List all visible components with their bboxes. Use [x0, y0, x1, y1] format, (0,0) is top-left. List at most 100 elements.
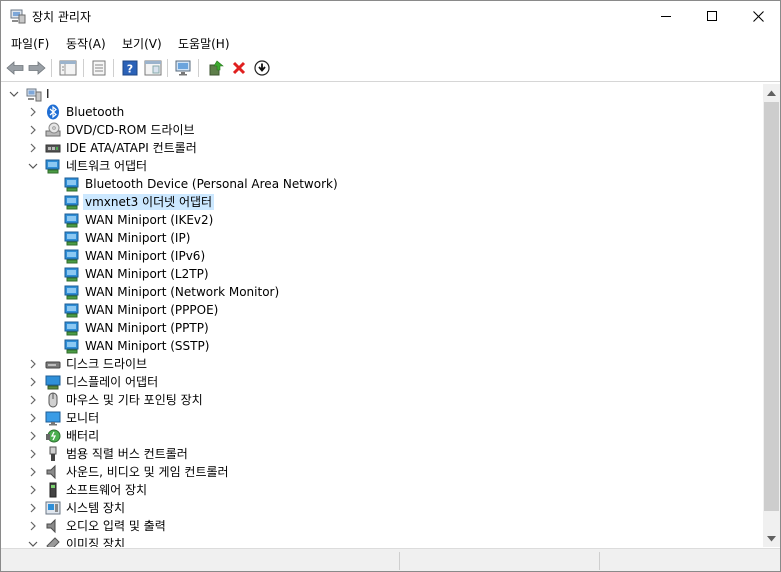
network-adapter-icon: [64, 195, 79, 210]
chevron-right-icon[interactable]: [27, 430, 39, 442]
tree-child-item[interactable]: WAN Miniport (PPPOE): [1, 301, 761, 319]
tree-item-label: Bluetooth: [66, 105, 125, 119]
tree-child-label: WAN Miniport (PPTP): [85, 321, 209, 335]
scroll-down-button[interactable]: [763, 530, 780, 547]
chevron-right-icon[interactable]: [27, 106, 39, 118]
chevron-right-icon[interactable]: [27, 394, 39, 406]
svg-text:?: ?: [127, 63, 133, 76]
update-driver-button[interactable]: [205, 57, 227, 79]
tree-item-label: 모니터: [66, 411, 100, 425]
vertical-scrollbar[interactable]: [763, 84, 780, 547]
chevron-down-icon[interactable]: [8, 88, 20, 100]
chevron-right-icon[interactable]: [27, 466, 39, 478]
speaker-icon: [46, 464, 56, 480]
scroll-up-button[interactable]: [763, 84, 780, 101]
help-icon: ?: [122, 60, 138, 76]
tree-item-mouse[interactable]: 마우스 및 기타 포인팅 장치: [1, 391, 761, 409]
back-button[interactable]: [4, 57, 26, 79]
network-adapter-icon: [64, 303, 79, 318]
tree-child-item[interactable]: Bluetooth Device (Personal Area Network): [1, 175, 761, 193]
tree-item-system-devices[interactable]: 시스템 장치: [1, 499, 761, 517]
tree-item-network-adapters[interactable]: 네트워크 어댑터: [1, 157, 761, 175]
tree-child-item[interactable]: WAN Miniport (IP): [1, 229, 761, 247]
tree-child-item[interactable]: WAN Miniport (L2TP): [1, 265, 761, 283]
chevron-right-icon[interactable]: [27, 376, 39, 388]
tree-child-item[interactable]: WAN Miniport (PPTP): [1, 319, 761, 337]
display-adapter-icon: [45, 375, 61, 390]
chevron-right-icon[interactable]: [27, 358, 39, 370]
toolbar-separator: [51, 59, 52, 77]
tree-item-monitors[interactable]: 모니터: [1, 409, 761, 427]
tree-item-sound[interactable]: 사운드, 비디오 및 게임 컨트롤러: [1, 463, 761, 481]
tree-item-battery[interactable]: 배터리: [1, 427, 761, 445]
tree-child-item[interactable]: WAN Miniport (SSTP): [1, 337, 761, 355]
toolbar-separator: [83, 59, 84, 77]
menu-file[interactable]: 파일(F): [11, 35, 49, 52]
chevron-right-icon[interactable]: [27, 448, 39, 460]
forward-button[interactable]: [26, 57, 48, 79]
tree-child-label: WAN Miniport (IKEv2): [85, 213, 214, 227]
menu-help[interactable]: 도움말(H): [178, 35, 230, 52]
battery-icon: [46, 429, 61, 443]
device-manager-app-icon: [10, 9, 26, 24]
chevron-down-icon[interactable]: [27, 538, 39, 547]
ide-controller-icon: [45, 144, 61, 153]
device-manager-window: 장치 관리자 파일(F) 동작(A) 보기(V) 도움말(H) ? I Blue…: [0, 0, 781, 572]
help-button[interactable]: ?: [119, 57, 141, 79]
update-driver-icon: [209, 60, 224, 76]
chevron-down-icon[interactable]: [27, 160, 39, 172]
tree-item-software-devices[interactable]: 소프트웨어 장치: [1, 481, 761, 499]
tree-item-disk-drives[interactable]: 디스크 드라이브: [1, 355, 761, 373]
tree-item-dvd[interactable]: DVD/CD-ROM 드라이브: [1, 121, 761, 139]
tree-root[interactable]: I: [1, 85, 761, 103]
minimize-button[interactable]: [643, 1, 689, 31]
audio-icon: [46, 518, 56, 534]
uninstall-button[interactable]: [228, 57, 250, 79]
close-button[interactable]: [735, 1, 780, 31]
chevron-right-icon[interactable]: [27, 142, 39, 154]
tree-item-ide[interactable]: IDE ATA/ATAPI 컨트롤러: [1, 139, 761, 157]
properties-view-button[interactable]: [57, 57, 79, 79]
tree-child-item[interactable]: WAN Miniport (Network Monitor): [1, 283, 761, 301]
download-button[interactable]: [251, 57, 273, 79]
tree-item-display-adapters[interactable]: 디스플레이 어댑터: [1, 373, 761, 391]
chevron-right-icon[interactable]: [27, 520, 39, 532]
menu-view[interactable]: 보기(V): [122, 35, 162, 52]
maximize-button[interactable]: [689, 1, 735, 31]
tree-item-label: 오디오 입력 및 출력: [66, 519, 166, 533]
disk-drive-icon: [45, 361, 61, 369]
window-title: 장치 관리자: [32, 10, 92, 24]
tree-item-imaging[interactable]: 이미징 장치: [1, 535, 761, 547]
tree-child-item-selected[interactable]: vmxnet3 이더넷 어댑터: [1, 193, 761, 211]
network-adapter-icon: [64, 339, 79, 354]
device-tree[interactable]: I Bluetooth DVD/CD-ROM 드라이브 IDE ATA/ATAP…: [1, 84, 763, 547]
tree-child-item[interactable]: WAN Miniport (IPv6): [1, 247, 761, 265]
uninstall-icon: [232, 61, 246, 75]
chevron-right-icon[interactable]: [27, 484, 39, 496]
computer-icon: [26, 88, 42, 102]
view-button[interactable]: [142, 57, 164, 79]
usb-icon: [49, 446, 57, 461]
camera-icon: [46, 537, 60, 547]
tree-item-audio-io[interactable]: 오디오 입력 및 출력: [1, 517, 761, 535]
scan-hardware-button[interactable]: [173, 57, 195, 79]
tree-item-label: 네트워크 어댑터: [66, 159, 148, 173]
toolbar-separator: [198, 59, 199, 77]
toolbar-separator: [167, 59, 168, 77]
list-button[interactable]: [88, 57, 110, 79]
tree-child-label: vmxnet3 이더넷 어댑터: [83, 194, 215, 210]
chevron-right-icon[interactable]: [27, 502, 39, 514]
scrollbar-thumb[interactable]: [764, 102, 779, 511]
chevron-right-icon[interactable]: [27, 412, 39, 424]
tree-child-label: WAN Miniport (SSTP): [85, 339, 210, 353]
tree-child-item[interactable]: WAN Miniport (IKEv2): [1, 211, 761, 229]
tree-item-usb[interactable]: 범용 직렬 버스 컨트롤러: [1, 445, 761, 463]
menu-action[interactable]: 동작(A): [66, 35, 106, 52]
tree-item-bluetooth[interactable]: Bluetooth: [1, 103, 761, 121]
tree-item-label: IDE ATA/ATAPI 컨트롤러: [66, 141, 197, 155]
status-bar: [1, 548, 780, 571]
download-icon: [254, 60, 270, 76]
tree-item-label: 디스크 드라이브: [66, 357, 148, 371]
software-device-icon: [49, 482, 57, 498]
chevron-right-icon[interactable]: [27, 124, 39, 136]
